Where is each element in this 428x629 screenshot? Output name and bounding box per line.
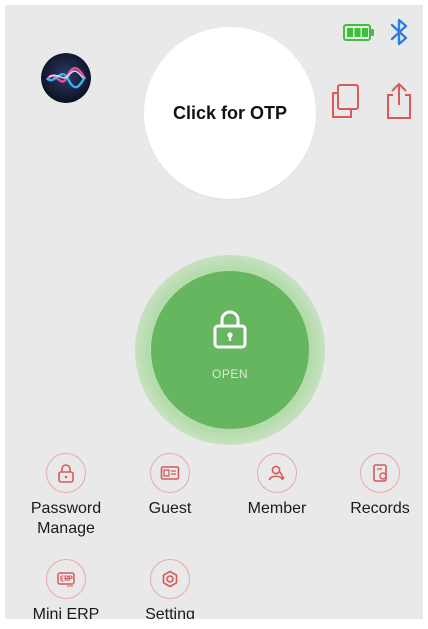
menu-item-mini-erp[interactable]: Mini ERP xyxy=(16,559,116,619)
menu-item-label: Password Manage xyxy=(30,500,102,537)
bluetooth-icon xyxy=(390,18,408,46)
password-lock-icon xyxy=(46,453,86,493)
menu-item-setting[interactable]: Setting xyxy=(120,559,220,619)
otp-button-label: Click for OTP xyxy=(172,102,288,123)
open-button[interactable]: OPEN xyxy=(151,271,309,429)
menu-item-label: Records xyxy=(350,500,410,517)
erp-icon xyxy=(46,559,86,599)
menu-item-password-manage[interactable]: Password Manage xyxy=(16,453,116,539)
member-user-icon xyxy=(257,453,297,493)
records-document-icon xyxy=(360,453,400,493)
copy-icon[interactable] xyxy=(325,81,365,121)
otp-button[interactable]: Click for OTP xyxy=(144,27,316,199)
menu-item-label: Setting xyxy=(145,606,195,619)
menu-item-label: Mini ERP xyxy=(32,606,100,619)
menu-item-guest[interactable]: Guest xyxy=(120,453,220,519)
settings-gear-icon xyxy=(150,559,190,599)
share-icon[interactable] xyxy=(379,81,419,121)
menu-item-records[interactable]: Records xyxy=(330,453,423,519)
siri-icon[interactable] xyxy=(41,53,91,103)
menu-item-label: Member xyxy=(247,500,307,517)
guest-id-card-icon xyxy=(150,453,190,493)
menu-item-member[interactable]: Member xyxy=(227,453,327,519)
app-screen: Click for OTP OPEN Password Manage Guest… xyxy=(5,5,423,619)
open-button-label: OPEN xyxy=(211,367,248,381)
menu-item-label: Guest xyxy=(148,500,192,517)
battery-full-icon xyxy=(343,24,374,41)
lock-icon xyxy=(213,310,247,349)
